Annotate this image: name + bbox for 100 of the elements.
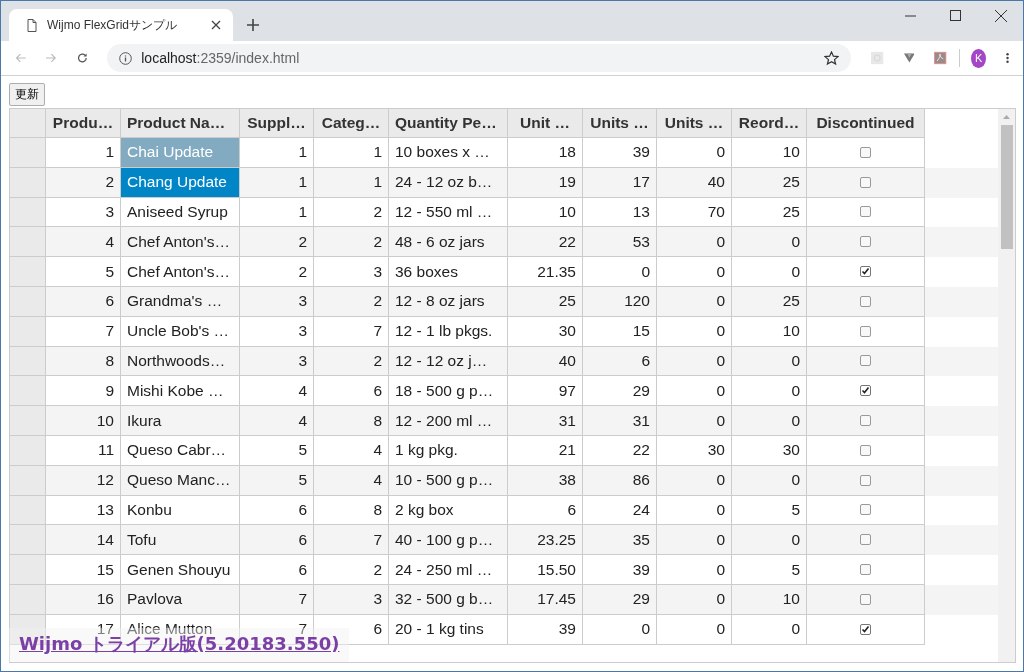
table-cell[interactable]: 1 bbox=[240, 167, 314, 198]
checkbox[interactable] bbox=[860, 206, 871, 218]
column-header[interactable]: Units … bbox=[583, 109, 657, 138]
table-cell[interactable]: 21 bbox=[508, 435, 583, 466]
table-cell[interactable]: 15 bbox=[583, 316, 657, 347]
table-cell[interactable]: 39 bbox=[583, 555, 657, 585]
table-cell[interactable]: 31 bbox=[583, 406, 657, 436]
column-header[interactable]: Reord… bbox=[732, 109, 807, 138]
checkbox[interactable] bbox=[860, 295, 871, 307]
table-cell[interactable]: 0 bbox=[657, 316, 732, 347]
table-cell[interactable]: 15.50 bbox=[508, 555, 583, 585]
pdf-icon[interactable] bbox=[934, 50, 947, 66]
table-cell[interactable]: 10 bbox=[732, 584, 807, 615]
table-cell[interactable]: 86 bbox=[583, 465, 657, 496]
menu-icon[interactable] bbox=[1005, 51, 1009, 65]
checkbox[interactable] bbox=[860, 593, 871, 605]
table-cell[interactable]: Chef Anton's… bbox=[121, 257, 240, 287]
table-cell[interactable]: Queso Manc… bbox=[121, 465, 240, 496]
table-cell[interactable]: 10 - 500 g p… bbox=[389, 465, 508, 496]
table-cell[interactable]: Grandma's … bbox=[121, 287, 240, 317]
table-cell[interactable]: 120 bbox=[583, 287, 657, 317]
maximize-icon[interactable] bbox=[950, 10, 961, 21]
table-cell[interactable]: 1 bbox=[240, 138, 314, 168]
table-cell[interactable]: 16 bbox=[46, 584, 121, 615]
table-cell[interactable]: 5 bbox=[240, 465, 314, 496]
scroll-up-icon[interactable] bbox=[1003, 115, 1010, 119]
table-cell[interactable]: 0 bbox=[583, 257, 657, 287]
table-cell[interactable]: 0 bbox=[657, 584, 732, 615]
table-cell[interactable]: 30 bbox=[508, 316, 583, 347]
column-header[interactable]: Quantity Pe… bbox=[389, 109, 508, 138]
table-cell[interactable]: Genen Shouyu bbox=[121, 555, 240, 585]
table-cell[interactable]: 12 - 8 oz jars bbox=[389, 287, 508, 317]
checkbox[interactable] bbox=[860, 415, 871, 427]
address-bar[interactable]: localhost:2359/index.html bbox=[107, 44, 852, 72]
table-cell[interactable]: 40 bbox=[657, 167, 732, 198]
refresh-button[interactable]: 更新 bbox=[9, 83, 45, 106]
table-cell[interactable]: 39 bbox=[583, 138, 657, 168]
checkbox[interactable] bbox=[860, 623, 871, 635]
table-cell[interactable]: 0 bbox=[657, 287, 732, 317]
column-header[interactable]: Categ… bbox=[314, 109, 389, 138]
scrollbar-thumb[interactable] bbox=[1000, 125, 1013, 249]
checkbox[interactable] bbox=[860, 385, 871, 397]
column-header[interactable]: Suppl… bbox=[240, 109, 314, 138]
scrollbar[interactable] bbox=[998, 109, 1015, 662]
table-cell[interactable]: 3 bbox=[314, 257, 389, 287]
close-icon[interactable] bbox=[995, 10, 1007, 22]
column-header[interactable]: Units … bbox=[657, 109, 732, 138]
checkbox[interactable] bbox=[860, 355, 871, 367]
checkbox[interactable] bbox=[860, 564, 871, 576]
table-cell[interactable]: 8 bbox=[314, 406, 389, 436]
table-cell[interactable]: 10 bbox=[46, 406, 121, 436]
table-cell[interactable]: 24 - 12 oz b… bbox=[389, 167, 508, 198]
table-cell[interactable]: 3 bbox=[240, 287, 314, 317]
table-cell[interactable]: 7 bbox=[46, 316, 121, 347]
table-cell[interactable]: 17 bbox=[583, 167, 657, 198]
table-cell[interactable]: 0 bbox=[732, 465, 807, 496]
table-cell[interactable]: 7 bbox=[314, 316, 389, 347]
avatar[interactable]: K bbox=[971, 48, 986, 68]
checkbox[interactable] bbox=[860, 176, 871, 188]
table-cell[interactable]: 5 bbox=[732, 555, 807, 585]
forward-icon[interactable] bbox=[45, 52, 57, 64]
table-cell[interactable]: 3 bbox=[314, 584, 389, 615]
table-cell[interactable]: 10 bbox=[732, 316, 807, 347]
table-cell[interactable]: 5 bbox=[240, 435, 314, 466]
browser-tab[interactable]: Wijmo FlexGridサンプル bbox=[9, 9, 233, 41]
table-cell[interactable]: 5 bbox=[46, 257, 121, 287]
table-cell[interactable]: 0 bbox=[657, 465, 732, 496]
table-cell[interactable]: 0 bbox=[657, 614, 732, 645]
checkbox[interactable] bbox=[860, 236, 871, 248]
table-cell[interactable]: 12 - 200 ml … bbox=[389, 406, 508, 436]
column-header[interactable]: Produ… bbox=[46, 109, 121, 138]
table-cell[interactable]: 2 bbox=[314, 287, 389, 317]
table-cell[interactable]: 0 bbox=[657, 257, 732, 287]
table-cell[interactable]: 0 bbox=[732, 406, 807, 436]
table-cell[interactable]: Uncle Bob's … bbox=[121, 316, 240, 347]
checkbox[interactable] bbox=[860, 474, 871, 486]
table-cell[interactable]: 25 bbox=[732, 167, 807, 198]
table-cell[interactable]: 30 bbox=[732, 435, 807, 466]
checkbox[interactable] bbox=[860, 444, 871, 456]
table-cell[interactable]: 10 bbox=[732, 138, 807, 168]
table-cell[interactable]: Pavlova bbox=[121, 584, 240, 615]
table-cell[interactable]: 7 bbox=[240, 584, 314, 615]
table-cell[interactable]: 30 bbox=[657, 435, 732, 466]
new-tab-icon[interactable] bbox=[247, 19, 259, 31]
table-cell[interactable]: 24 - 250 ml … bbox=[389, 555, 508, 585]
column-header[interactable]: Unit … bbox=[508, 109, 583, 138]
table-cell[interactable]: 39 bbox=[508, 614, 583, 645]
table-cell[interactable]: 6 bbox=[240, 555, 314, 585]
table-cell[interactable]: 0 bbox=[583, 614, 657, 645]
table-cell[interactable]: 0 bbox=[732, 614, 807, 645]
table-cell[interactable]: 32 - 500 g b… bbox=[389, 584, 508, 615]
table-cell[interactable]: 1 kg pkg. bbox=[389, 435, 508, 466]
table-cell[interactable]: 2 bbox=[240, 257, 314, 287]
table-cell[interactable]: 21.35 bbox=[508, 257, 583, 287]
checkbox[interactable] bbox=[860, 146, 871, 158]
close-icon[interactable] bbox=[211, 20, 221, 30]
table-cell[interactable]: 22 bbox=[583, 435, 657, 466]
checkbox[interactable] bbox=[860, 325, 871, 337]
column-header[interactable]: Product Na… bbox=[121, 109, 240, 138]
table-cell[interactable]: 10 boxes x … bbox=[389, 138, 508, 168]
